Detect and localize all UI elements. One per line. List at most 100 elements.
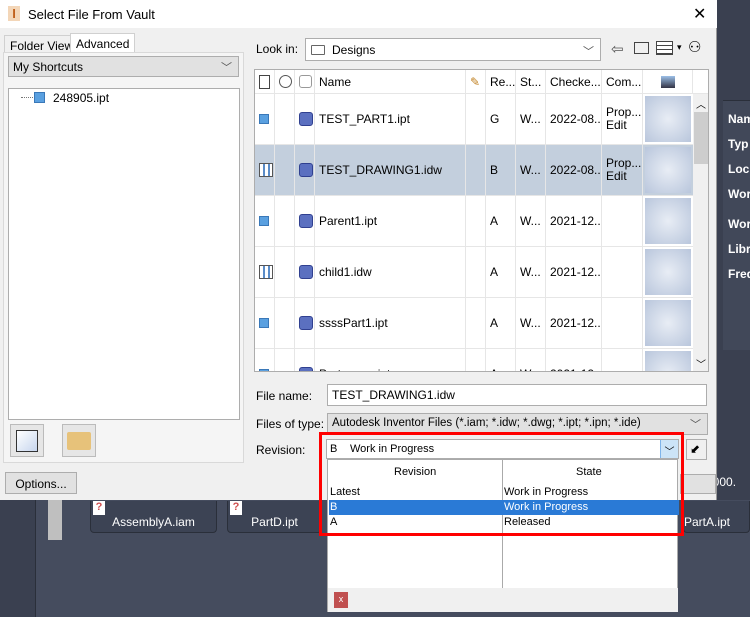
document-icon: [259, 74, 270, 89]
side-label: Wor: [728, 187, 750, 201]
look-in-dropdown[interactable]: Designs ﹀: [305, 38, 601, 61]
inventor-app-icon: I: [8, 6, 20, 21]
vault-status-icon: [299, 163, 313, 177]
side-label: Libr: [728, 242, 750, 256]
status-cell: [275, 196, 295, 246]
background-scrollbar[interactable]: [48, 500, 62, 540]
image-icon: [660, 75, 675, 88]
comment-cell: [602, 247, 643, 297]
part-icon: [259, 369, 269, 371]
revision-cell: A: [486, 247, 516, 297]
status-cell: [275, 145, 295, 195]
state-cell: W...: [516, 298, 546, 348]
comment-cell: Prop... Edit: [602, 94, 643, 144]
window-title: Select File From Vault: [28, 7, 155, 22]
revision-details-button[interactable]: ⬋: [686, 439, 707, 460]
view-menu-icon[interactable]: [656, 41, 673, 55]
chevron-down-icon: ﹀: [690, 419, 701, 431]
vault-status-cell: [295, 298, 315, 348]
thumbnail: [645, 249, 691, 295]
close-icon[interactable]: ✕: [693, 4, 706, 24]
scroll-up-icon[interactable]: ︿: [696, 96, 706, 111]
checked-in-cell: 2021-12...: [546, 247, 602, 297]
shortcut-tree[interactable]: 248905.ipt: [8, 88, 240, 420]
file-name-input[interactable]: [327, 384, 707, 406]
new-shortcut-button[interactable]: [10, 424, 44, 457]
caret-down-icon[interactable]: ▾: [677, 42, 682, 53]
title-bar: I Select File From Vault ✕: [0, 0, 717, 28]
file-type-cell: [255, 196, 275, 246]
checked-in-cell: 2021-12...: [546, 349, 602, 371]
table-row[interactable]: Parent1.ipt A W... 2021-12...: [255, 196, 693, 247]
tab-folder-view[interactable]: Folder View: [4, 35, 80, 53]
vault-status-cell: [295, 145, 315, 195]
folder-arrow-icon: [67, 432, 91, 450]
file-type-cell: [255, 94, 275, 144]
tile-partd[interactable]: ? PartD.ipt: [227, 501, 322, 533]
checked-in-cell: 2021-12...: [546, 196, 602, 246]
header-checkout-column[interactable]: [295, 70, 315, 93]
vault-status-cell: [295, 349, 315, 371]
grid-scrollbar[interactable]: ︿ ﹀: [693, 94, 708, 371]
table-row[interactable]: TEST_DRAWING1.idw B W... 2022-08... Prop…: [255, 145, 693, 196]
look-in-value: Designs: [332, 43, 376, 57]
clear-button[interactable]: x: [334, 592, 348, 608]
tree-item[interactable]: 248905.ipt: [53, 91, 109, 105]
header-type-column[interactable]: [255, 70, 275, 93]
shortcuts-value: My Shortcuts: [13, 60, 84, 74]
scrollbar-thumb[interactable]: [694, 112, 708, 164]
thumbnail: [645, 96, 691, 142]
header-edit-column[interactable]: ✎: [466, 70, 486, 93]
table-row[interactable]: ssssPart1.ipt A W... 2021-12...: [255, 298, 693, 349]
grid-header: Name ✎ Re... St... Checke... Com...: [255, 70, 708, 94]
revision-cell: A: [486, 349, 516, 371]
thumbnail: [645, 147, 691, 193]
checked-in-cell: 2021-12...: [546, 298, 602, 348]
edit-cell: [466, 145, 486, 195]
name-cell: TEST_DRAWING1.idw: [315, 145, 466, 195]
state-cell: W...: [516, 145, 546, 195]
partially-hidden-button[interactable]: [680, 474, 716, 494]
table-row[interactable]: child1.idw A W... 2021-12...: [255, 247, 693, 298]
highlight-box: [319, 432, 684, 536]
header-thumbnail[interactable]: [643, 70, 693, 93]
edit-cell: [466, 94, 486, 144]
shortcuts-dropdown[interactable]: My Shortcuts ﹀: [8, 56, 239, 77]
checked-in-cell: 2022-08...: [546, 94, 602, 144]
vault-status-cell: [295, 247, 315, 297]
thumbnail: [645, 351, 691, 371]
file-grid: Name ✎ Re... St... Checke... Com... TEST…: [254, 69, 709, 372]
open-folder-button[interactable]: [62, 424, 96, 457]
side-label: Loc: [728, 162, 750, 176]
up-folder-icon[interactable]: [634, 42, 649, 54]
header-checked-in[interactable]: Checke...: [546, 70, 602, 93]
status-cell: [275, 94, 295, 144]
vault-status-cell: [295, 196, 315, 246]
binoculars-icon[interactable]: ⚇: [688, 38, 701, 56]
part-icon: [259, 318, 269, 328]
status-cell: [275, 298, 295, 348]
header-status-column[interactable]: [275, 70, 295, 93]
table-row[interactable]: TEST_PART1.ipt G W... 2022-08... Prop...…: [255, 94, 693, 145]
circle-icon: [279, 75, 292, 88]
table-row[interactable]: Partaaaaa.ipt A W... 2021-12...: [255, 349, 693, 371]
file-type-cell: [255, 298, 275, 348]
header-revision[interactable]: Re...: [486, 70, 516, 93]
options-button[interactable]: Options...: [5, 472, 77, 494]
tab-advanced[interactable]: Advanced: [70, 33, 136, 54]
header-state[interactable]: St...: [516, 70, 546, 93]
name-cell: ssssPart1.ipt: [315, 298, 466, 348]
checkbox-icon: [299, 75, 312, 88]
revision-cell: A: [486, 196, 516, 246]
scroll-down-icon[interactable]: ﹀: [696, 356, 706, 371]
status-cell: [275, 349, 295, 371]
header-name[interactable]: Name: [315, 70, 466, 93]
tile-assembly[interactable]: ? AssemblyA.iam: [90, 501, 217, 533]
file-type-cell: [255, 349, 275, 371]
back-arrow-icon[interactable]: ⇦: [611, 40, 624, 58]
tile-parta[interactable]: PartA.ipt: [683, 501, 750, 533]
vault-status-icon: [299, 367, 313, 371]
header-comment[interactable]: Com...: [602, 70, 643, 93]
comment-cell: [602, 298, 643, 348]
drawing-icon: [259, 163, 273, 177]
